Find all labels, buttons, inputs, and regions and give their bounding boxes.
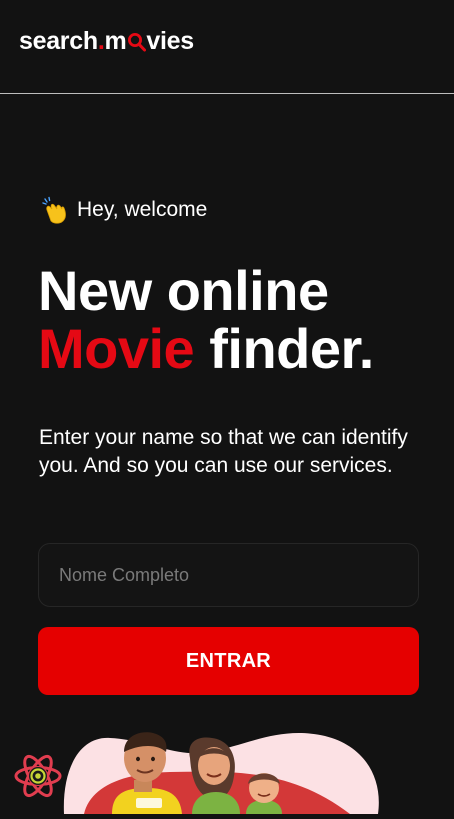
logo-dot: . xyxy=(97,27,105,55)
top-header: search. m vies xyxy=(0,0,454,94)
logo-word-vies: vies xyxy=(146,27,194,55)
greeting: Hey, welcome xyxy=(40,196,207,224)
title-line2: finder. xyxy=(194,317,374,380)
full-name-input[interactable] xyxy=(38,543,419,607)
page-title: New online Movie finder. xyxy=(38,262,374,378)
react-atom-icon[interactable] xyxy=(14,752,62,800)
title-highlight: Movie xyxy=(38,317,195,380)
description-text: Enter your name so that we can identify … xyxy=(39,426,408,477)
logo[interactable]: search. m vies xyxy=(19,27,194,56)
logo-letter-m: m xyxy=(104,27,127,55)
family-illustration xyxy=(0,728,454,814)
magnifier-icon xyxy=(127,30,147,52)
enter-button[interactable]: ENTRAR xyxy=(38,627,419,695)
greeting-text: Hey, welcome xyxy=(77,198,208,221)
logo-word-search: search xyxy=(19,27,98,55)
waving-hand-icon xyxy=(40,196,68,224)
title-line1: New online xyxy=(38,259,329,322)
